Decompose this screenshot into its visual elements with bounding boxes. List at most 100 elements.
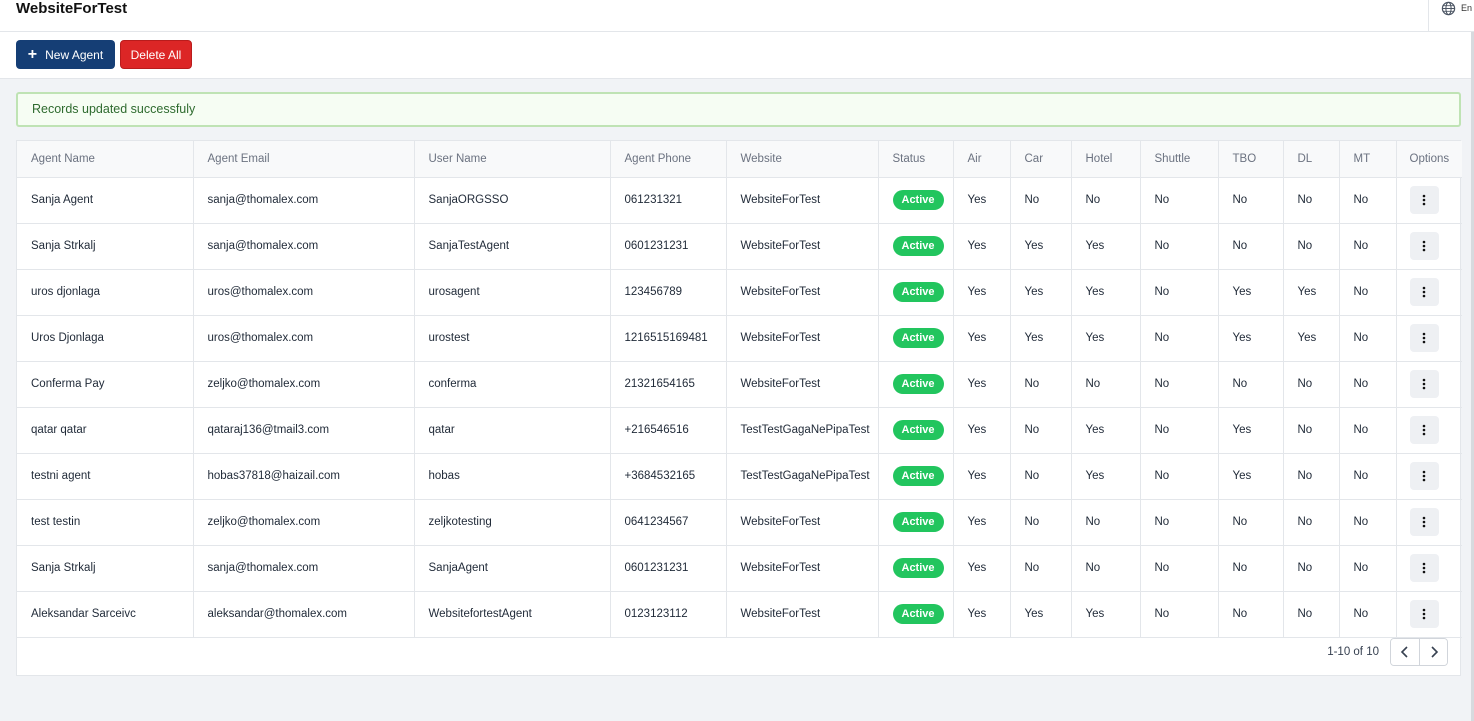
next-page-button[interactable] bbox=[1419, 639, 1447, 665]
cell-air: Yes bbox=[953, 591, 1011, 638]
cell-options bbox=[1396, 453, 1462, 500]
cell-user-name: SanjaORGSSO bbox=[414, 177, 611, 224]
cell-user-name: hobas bbox=[414, 453, 611, 500]
cell-agent-name: uros djonlaga bbox=[17, 269, 194, 316]
cell-status: Active bbox=[878, 591, 954, 638]
cell-air: Yes bbox=[953, 361, 1011, 408]
cell-car: No bbox=[1010, 499, 1072, 546]
globe-icon bbox=[1441, 1, 1456, 16]
cell-user-name: SanjaAgent bbox=[414, 545, 611, 592]
status-badge: Active bbox=[892, 512, 944, 532]
table-row: Conferma Pay zeljko@thomalex.com conferma 2… bbox=[17, 361, 1462, 408]
more-vertical-icon bbox=[1422, 286, 1426, 298]
cell-dl: No bbox=[1283, 407, 1340, 454]
cell-mt: No bbox=[1339, 361, 1397, 408]
row-options-button[interactable] bbox=[1409, 278, 1439, 306]
language-selector[interactable]: En bbox=[1428, 0, 1474, 32]
cell-options bbox=[1396, 545, 1462, 592]
row-options-button[interactable] bbox=[1409, 508, 1439, 536]
cell-shuttle: No bbox=[1140, 361, 1219, 408]
cell-options bbox=[1396, 269, 1462, 316]
table-header-row: Agent Name Agent Email User Name Agent Phon… bbox=[17, 141, 1462, 178]
cell-options bbox=[1396, 591, 1462, 638]
status-badge: Active bbox=[892, 466, 944, 486]
cell-status: Active bbox=[878, 499, 954, 546]
cell-air: Yes bbox=[953, 407, 1011, 454]
prev-page-button[interactable] bbox=[1391, 639, 1419, 665]
cell-hotel: No bbox=[1071, 361, 1141, 408]
cell-mt: No bbox=[1339, 177, 1397, 224]
cell-agent-email: sanja@thomalex.com bbox=[193, 545, 415, 592]
cell-hotel: Yes bbox=[1071, 591, 1141, 638]
cell-dl: No bbox=[1283, 361, 1340, 408]
status-badge: Active bbox=[892, 558, 944, 578]
column-header-tbo: TBO bbox=[1218, 141, 1284, 178]
more-vertical-icon bbox=[1422, 608, 1426, 620]
status-badge: Active bbox=[892, 236, 944, 256]
column-header-agent-name: Agent Name bbox=[17, 141, 194, 178]
cell-hotel: No bbox=[1071, 177, 1141, 224]
delete-all-button[interactable]: Delete All bbox=[120, 40, 192, 69]
cell-website: WebsiteForTest bbox=[726, 545, 879, 592]
cell-status: Active bbox=[878, 453, 954, 500]
cell-dl: No bbox=[1283, 223, 1340, 270]
more-vertical-icon bbox=[1422, 424, 1426, 436]
cell-user-name: qatar bbox=[414, 407, 611, 454]
more-vertical-icon bbox=[1422, 332, 1426, 344]
column-header-dl: DL bbox=[1283, 141, 1340, 178]
cell-agent-name: Sanja Strkalj bbox=[17, 545, 194, 592]
cell-mt: No bbox=[1339, 499, 1397, 546]
new-agent-button[interactable]: + New Agent bbox=[16, 40, 115, 69]
column-header-website: Website bbox=[726, 141, 879, 178]
cell-website: TestTestGagaNePipaTest bbox=[726, 453, 879, 500]
row-options-button[interactable] bbox=[1409, 462, 1439, 490]
cell-agent-email: uros@thomalex.com bbox=[193, 269, 415, 316]
cell-car: Yes bbox=[1010, 315, 1072, 362]
column-header-car: Car bbox=[1010, 141, 1072, 178]
row-options-button[interactable] bbox=[1409, 600, 1439, 628]
row-options-button[interactable] bbox=[1409, 370, 1439, 398]
cell-shuttle: No bbox=[1140, 315, 1219, 362]
plus-icon: + bbox=[27, 45, 38, 63]
cell-tbo: Yes bbox=[1218, 269, 1284, 316]
table-row: test testin zeljko@thomalex.com zeljkotest… bbox=[17, 499, 1462, 546]
cell-air: Yes bbox=[953, 177, 1011, 224]
table-row: testni agent hobas37818@haizail.com hobas +… bbox=[17, 453, 1462, 500]
cell-hotel: Yes bbox=[1071, 269, 1141, 316]
cell-agent-name: Conferma Pay bbox=[17, 361, 194, 408]
cell-dl: No bbox=[1283, 453, 1340, 500]
cell-agent-phone: 1216515169481 bbox=[610, 315, 727, 362]
cell-shuttle: No bbox=[1140, 223, 1219, 270]
row-options-button[interactable] bbox=[1409, 186, 1439, 214]
cell-hotel: Yes bbox=[1071, 223, 1141, 270]
cell-air: Yes bbox=[953, 315, 1011, 362]
cell-hotel: Yes bbox=[1071, 315, 1141, 362]
cell-website: WebsiteForTest bbox=[726, 361, 879, 408]
more-vertical-icon bbox=[1422, 378, 1426, 390]
cell-agent-name: Aleksandar Sarceivc bbox=[17, 591, 194, 638]
cell-agent-phone: 0601231231 bbox=[610, 545, 727, 592]
pagination-range: 1-10 of 10 bbox=[1327, 646, 1379, 658]
column-header-hotel: Hotel bbox=[1071, 141, 1141, 178]
table-row: Aleksandar Sarceivc aleksandar@thomalex.c… bbox=[17, 591, 1462, 638]
status-badge: Active bbox=[892, 282, 944, 302]
cell-website: WebsiteForTest bbox=[726, 591, 879, 638]
cell-hotel: No bbox=[1071, 499, 1141, 546]
cell-agent-phone: 0123123112 bbox=[610, 591, 727, 638]
cell-options bbox=[1396, 177, 1462, 224]
cell-tbo: Yes bbox=[1218, 407, 1284, 454]
cell-car: Yes bbox=[1010, 269, 1072, 316]
row-options-button[interactable] bbox=[1409, 232, 1439, 260]
row-options-button[interactable] bbox=[1409, 554, 1439, 582]
row-options-button[interactable] bbox=[1409, 416, 1439, 444]
chevron-left-icon bbox=[1400, 646, 1408, 658]
cell-tbo: No bbox=[1218, 361, 1284, 408]
cell-website: WebsiteForTest bbox=[726, 315, 879, 362]
cell-status: Active bbox=[878, 177, 954, 224]
table-row: Sanja Agent sanja@thomalex.com SanjaORGSSO… bbox=[17, 177, 1462, 224]
cell-website: WebsiteForTest bbox=[726, 177, 879, 224]
row-options-button[interactable] bbox=[1409, 324, 1439, 352]
cell-agent-email: zeljko@thomalex.com bbox=[193, 499, 415, 546]
cell-tbo: No bbox=[1218, 177, 1284, 224]
cell-hotel: Yes bbox=[1071, 407, 1141, 454]
